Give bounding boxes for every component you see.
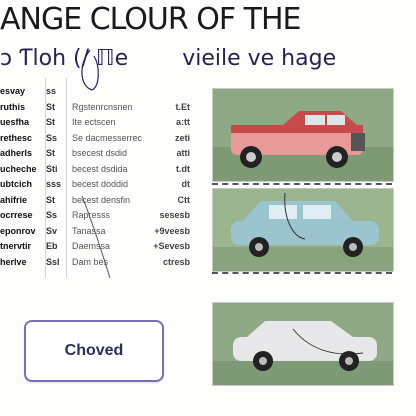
- table-cell: becest densfin: [72, 194, 131, 205]
- table-cell: ctresb: [162, 256, 190, 267]
- table-row: eponrov Sv Tanassa +9veesb: [0, 224, 192, 238]
- table-cell: sss: [46, 179, 62, 189]
- panel-divider: [212, 272, 392, 274]
- table-cell: tnervtir: [0, 241, 32, 251]
- table-cell: becest doddid: [72, 179, 129, 189]
- table-cell: Sti: [46, 163, 58, 174]
- table-cell: ocrrese: [0, 210, 33, 220]
- table-cell: esvay: [0, 86, 26, 96]
- table-cell: Ss: [46, 210, 58, 220]
- table-cell: bsecest dsdid: [72, 148, 128, 158]
- table-cell: uesfha: [0, 117, 30, 127]
- table-cell: Dam bes: [72, 256, 109, 267]
- table-cell: eponrov: [0, 225, 36, 236]
- table-cell: St: [46, 117, 55, 127]
- vehicle-panel-red[interactable]: [212, 88, 394, 182]
- table-cell: St: [46, 148, 55, 158]
- table-cell: +Sevesb: [153, 241, 190, 251]
- table-cell: a:tt: [176, 117, 190, 127]
- table-cell: herlve: [0, 256, 27, 267]
- table-cell: becest dsdida: [72, 163, 128, 174]
- table-cell: Ctt: [177, 194, 191, 205]
- table-row: ahifrie St becest densfin Ctt: [0, 193, 192, 207]
- table-cell: St: [46, 194, 55, 205]
- subtitle-right: vieile ve hage: [182, 46, 337, 71]
- table-cell: Rgstenrcnsnen: [72, 101, 133, 112]
- table-cell: Ss: [46, 132, 58, 143]
- table-cell: +9veesb: [154, 225, 190, 236]
- table-row: uesfha St Ite ectscen a:tt: [0, 115, 192, 129]
- blue-vintage-car-image: [213, 189, 393, 271]
- table-cell: adherls: [0, 148, 33, 158]
- table-cell: Sv: [46, 225, 58, 236]
- table-cell: ahifrie: [0, 194, 28, 205]
- spec-table: esvay ss ruthis St Rgstenrcnsnen t.Et uesfha St…: [0, 78, 192, 278]
- table-cell: Se dacmesserrec: [72, 132, 143, 143]
- panel-divider: [212, 183, 392, 185]
- table-row: esvay ss: [0, 84, 192, 98]
- change-button[interactable]: Choved: [24, 320, 164, 382]
- table-cell: Ite ectscen: [72, 117, 116, 127]
- table-cell: t.Et: [175, 101, 191, 112]
- table-cell: St: [46, 101, 55, 112]
- page-title: ANGE CLOUR OF THE: [0, 2, 302, 37]
- table-row: ucheche Sti becest dsdida t.dt: [0, 162, 192, 176]
- table-row: ruthis St Rgstenrcnsnen t.Et: [0, 100, 192, 114]
- vehicle-panel-blue[interactable]: [212, 188, 394, 272]
- table-cell: ss: [46, 86, 57, 96]
- table-cell: ucheche: [0, 163, 37, 174]
- table-cell: t.dt: [176, 163, 190, 174]
- table-cell: dt: [181, 179, 191, 189]
- table-row: rethesc Ss Se dacmesserrec zeti: [0, 131, 192, 145]
- table-row: herlve Ssl Dam bes ctresb: [0, 255, 192, 269]
- table-cell: Ssl: [46, 256, 60, 267]
- vehicle-panel-white[interactable]: [212, 302, 394, 386]
- table-cell: atti: [176, 148, 191, 158]
- subtitle-left: ɔ Ƭloh (/ ℿe: [0, 46, 129, 71]
- table-cell: Daemssa: [72, 241, 111, 251]
- table-row: ubtcich sss becest doddid dt: [0, 177, 192, 191]
- table-cell: Rapresss: [72, 210, 111, 220]
- table-cell: sesesb: [159, 210, 190, 220]
- table-cell: ruthis: [0, 101, 26, 112]
- table-cell: Eb: [46, 241, 58, 251]
- page-subtitle: ɔ Ƭloh (/ ℿe vieile ve hage: [0, 42, 416, 76]
- table-row: tnervtir Eb Daemssa +Sevesb: [0, 239, 192, 253]
- table-row: adherls St bsecest dsdid atti: [0, 146, 192, 160]
- table-cell: ubtcich: [0, 179, 33, 189]
- white-vintage-car-image: [213, 303, 393, 385]
- table-row: ocrrese Ss Rapresss sesesb: [0, 208, 192, 222]
- table-cell: Tanassa: [72, 225, 106, 236]
- red-vintage-car-image: [213, 89, 393, 181]
- table-cell: rethesc: [0, 132, 33, 143]
- table-cell: zeti: [174, 132, 190, 143]
